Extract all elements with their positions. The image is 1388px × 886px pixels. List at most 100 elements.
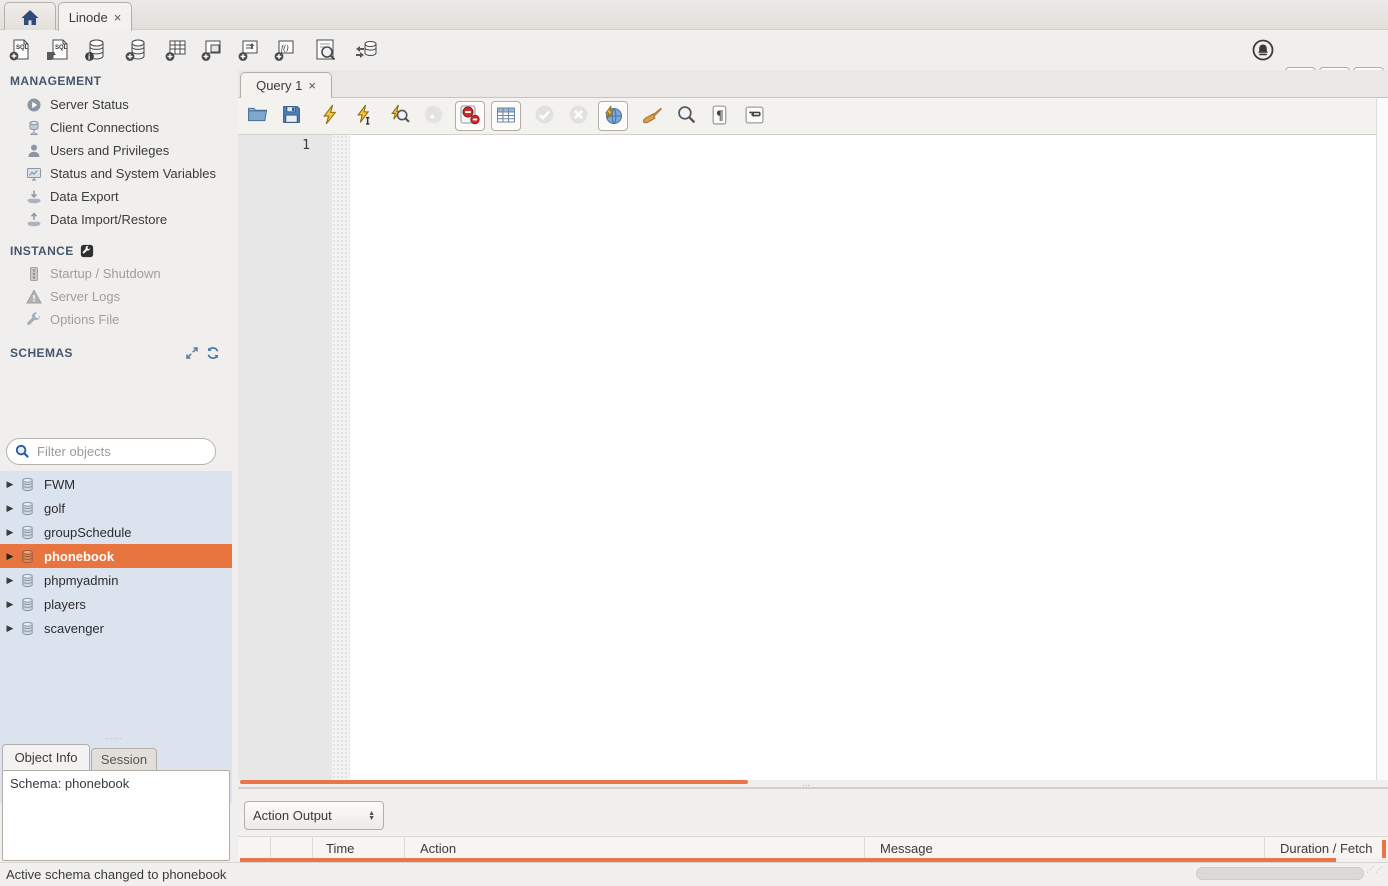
sidebar-item-status-system-variables[interactable]: Status and System Variables	[26, 162, 216, 185]
schema-icon	[20, 621, 36, 636]
search-table-data-button[interactable]	[309, 34, 343, 68]
column-header-index[interactable]	[271, 837, 313, 859]
instance-title-text: INSTANCE	[10, 244, 74, 258]
sidebar-item-server-status[interactable]: Server Status	[26, 93, 129, 116]
create-function-icon: f()	[272, 37, 298, 66]
close-icon[interactable]: ×	[114, 11, 122, 24]
expander-icon[interactable]: ▶	[0, 479, 20, 490]
schema-filter-input[interactable]	[37, 444, 197, 459]
create-schema-button[interactable]	[120, 34, 154, 68]
sidebar-item-users-privileges[interactable]: Users and Privileges	[26, 139, 169, 162]
sidebar-item-data-export[interactable]: Data Export	[26, 185, 119, 208]
close-icon[interactable]: ×	[308, 79, 316, 92]
sidebar-item-startup-shutdown[interactable]: Startup / Shutdown	[26, 262, 161, 285]
notification-beacon-button[interactable]	[1246, 34, 1280, 68]
expander-icon[interactable]: ▶	[0, 599, 20, 610]
column-header-message[interactable]: Message	[865, 837, 1265, 859]
invisible-characters-icon: ¶	[710, 104, 731, 128]
users-icon	[26, 143, 42, 159]
tab-object-info[interactable]: Object Info	[2, 744, 90, 770]
toggle-stop-on-error-icon	[459, 104, 481, 129]
schema-row-phonebook[interactable]: ▶ phonebook	[0, 544, 232, 568]
output-vertical-scrollbar-thumb[interactable]	[1382, 840, 1386, 858]
sidebar-item-options-file[interactable]: Options File	[26, 308, 119, 331]
tab-session-label: Session	[101, 752, 147, 767]
create-view-button[interactable]	[195, 34, 229, 68]
tab-session[interactable]: Session	[91, 748, 157, 770]
schema-filter[interactable]	[6, 438, 216, 465]
limit-rows-button[interactable]	[491, 101, 521, 131]
schema-row-players[interactable]: ▶ players	[0, 592, 232, 616]
schema-row-scavenger[interactable]: ▶ scavenger	[0, 616, 232, 640]
editor-vertical-scrollbar[interactable]	[1376, 98, 1388, 780]
word-wrap-icon	[744, 104, 765, 128]
sidebar-item-client-connections[interactable]: Client Connections	[26, 116, 159, 139]
expand-tree-icon[interactable]	[185, 346, 199, 360]
home-tab[interactable]	[4, 2, 56, 30]
beautify-script-button[interactable]	[637, 101, 667, 131]
column-header-status[interactable]	[238, 837, 271, 859]
output-selector[interactable]: Action Output ▲▼	[244, 801, 384, 830]
execute-current-statement-button[interactable]	[349, 101, 379, 131]
commit-transaction-icon	[534, 104, 555, 128]
new-sql-tab-button[interactable]: SQL	[3, 34, 37, 68]
expander-icon[interactable]: ▶	[0, 527, 20, 538]
sidebar-item-data-import[interactable]: Data Import/Restore	[26, 208, 167, 231]
output-selector-label: Action Output	[253, 808, 332, 823]
open-sql-script-icon: SQL	[45, 37, 71, 66]
reconnect-dbms-button[interactable]	[349, 34, 383, 68]
expander-icon[interactable]: ▶	[0, 575, 20, 586]
expander-icon[interactable]: ▶	[0, 623, 20, 634]
create-schema-icon	[124, 37, 150, 66]
database-info-button[interactable]: i	[79, 34, 113, 68]
expander-icon[interactable]: ▶	[0, 503, 20, 514]
connection-tab-linode[interactable]: Linode ×	[58, 2, 132, 31]
explain-statement-button[interactable]	[384, 101, 414, 131]
execute-script-button[interactable]	[315, 101, 345, 131]
find-in-script-icon	[676, 104, 697, 128]
open-file-button[interactable]	[242, 101, 272, 131]
toggle-word-wrap-button[interactable]	[739, 101, 769, 131]
toggle-autocommit-button[interactable]	[598, 101, 628, 131]
rollback-transaction-button[interactable]	[563, 101, 593, 131]
column-header-duration-fetch[interactable]: Duration / Fetch	[1265, 837, 1388, 859]
create-procedure-button[interactable]	[232, 34, 266, 68]
schema-name: phpmyadmin	[44, 573, 118, 588]
column-header-action[interactable]: Action	[405, 837, 865, 859]
create-table-button[interactable]	[159, 34, 193, 68]
database-info-icon: i	[83, 37, 109, 66]
main-toolbar: SQL SQL i f()	[0, 31, 1388, 70]
schema-row-phpmyadmin[interactable]: ▶ phpmyadmin	[0, 568, 232, 592]
create-function-button[interactable]: f()	[268, 34, 302, 68]
refresh-icon[interactable]	[206, 346, 220, 360]
schema-row-groupschedule[interactable]: ▶ groupSchedule	[0, 520, 232, 544]
window-resize-grip[interactable]: ⋰⋰	[1366, 867, 1386, 872]
toggle-stop-on-error-button[interactable]	[455, 101, 485, 131]
svg-text:¶: ¶	[716, 108, 723, 123]
open-sql-script-button[interactable]: SQL	[41, 34, 75, 68]
tab-query-1[interactable]: Query 1 ×	[240, 72, 332, 98]
sql-editor-text-area[interactable]	[350, 135, 1376, 780]
schema-row-fwm[interactable]: ▶ FWM	[0, 472, 232, 496]
stop-execution-icon	[423, 104, 444, 128]
search-icon	[15, 444, 31, 459]
save-script-button[interactable]	[276, 101, 306, 131]
schema-name: players	[44, 597, 86, 612]
editor-horizontal-scrollbar-thumb[interactable]	[240, 780, 748, 784]
stop-execution-button[interactable]	[418, 101, 448, 131]
splitter-grip[interactable]: ⋯	[802, 784, 811, 788]
spinner-arrows-icon: ▲▼	[368, 811, 375, 821]
server-status-icon	[26, 97, 42, 113]
schema-row-golf[interactable]: ▶ golf	[0, 496, 232, 520]
commit-transaction-button[interactable]	[529, 101, 559, 131]
column-header-time[interactable]: Time	[313, 837, 405, 859]
expander-icon[interactable]: ▶	[0, 551, 20, 562]
notification-beacon-icon	[1251, 38, 1275, 65]
sidebar-item-server-logs[interactable]: Server Logs	[26, 285, 120, 308]
find-in-script-button[interactable]	[671, 101, 701, 131]
schema-icon	[20, 597, 36, 612]
overlay-scrollbar-thumb[interactable]	[1196, 867, 1364, 880]
search-table-data-icon	[313, 37, 339, 66]
toggle-invisible-characters-button[interactable]: ¶	[705, 101, 735, 131]
sidebar-splitter-grip[interactable]: ⋯⋯	[105, 737, 123, 741]
